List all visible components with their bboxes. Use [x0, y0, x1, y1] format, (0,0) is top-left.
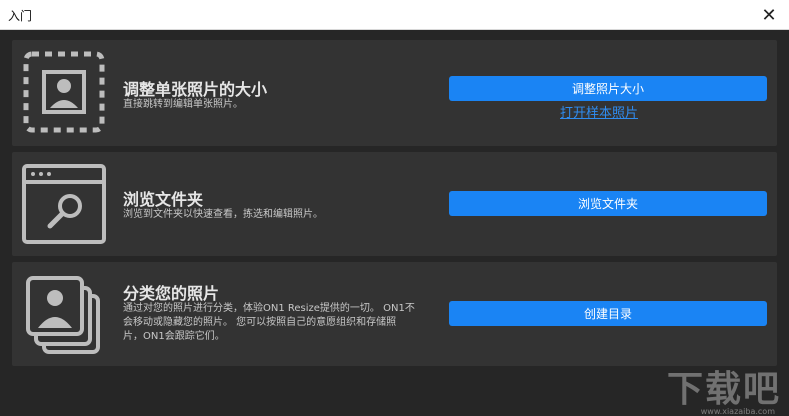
resize-single-photo-card: 调整单张照片的大小 直接跳转到编辑单张照片。 调整照片大小 打开样本照片 [12, 40, 777, 146]
card-heading: 分类您的照片 [123, 284, 220, 303]
card-heading: 调整单张照片的大小 [123, 80, 268, 99]
browser-search-icon [22, 164, 106, 244]
resize-photo-button[interactable]: 调整照片大小 [449, 76, 767, 101]
photo-stack-icon [26, 276, 100, 354]
card-heading: 浏览文件夹 [123, 190, 204, 209]
close-icon[interactable]: ✕ [749, 0, 789, 30]
catalog-photos-card: 分类您的照片 通过对您的照片进行分类，体验ON1 Resize提供的一切。 ON… [12, 262, 777, 366]
browse-folder-card: 浏览文件夹 浏览到文件夹以快速查看，拣选和编辑照片。 浏览文件夹 [12, 152, 777, 256]
browse-folder-button[interactable]: 浏览文件夹 [449, 191, 767, 216]
watermark-url: www.xiazaiba.com [700, 407, 775, 416]
watermark-logo: 下载吧 [666, 369, 781, 410]
card-description: 浏览到文件夹以快速查看，拣选和编辑照片。 [123, 209, 323, 220]
title-bar: 入门 ✕ [0, 0, 789, 30]
card-description-line: 会移动或隐藏您的照片。 您可以按照自己的意愿组织和存储照 [123, 317, 397, 328]
card-description-line: 通过对您的照片进行分类，体验ON1 Resize提供的一切。 ON1不 [123, 303, 415, 314]
create-catalog-button[interactable]: 创建目录 [449, 301, 767, 326]
window-title: 入门 [8, 9, 33, 23]
getting-started-panel: 调整单张照片的大小 直接跳转到编辑单张照片。 调整照片大小 打开样本照片 浏览文… [0, 30, 789, 416]
photo-portrait-icon [23, 51, 105, 133]
card-description-line: 片，ON1会跟踪它们。 [123, 331, 225, 342]
card-description: 直接跳转到编辑单张照片。 [123, 99, 243, 110]
open-sample-photo-link[interactable]: 打开样本照片 [560, 102, 638, 121]
